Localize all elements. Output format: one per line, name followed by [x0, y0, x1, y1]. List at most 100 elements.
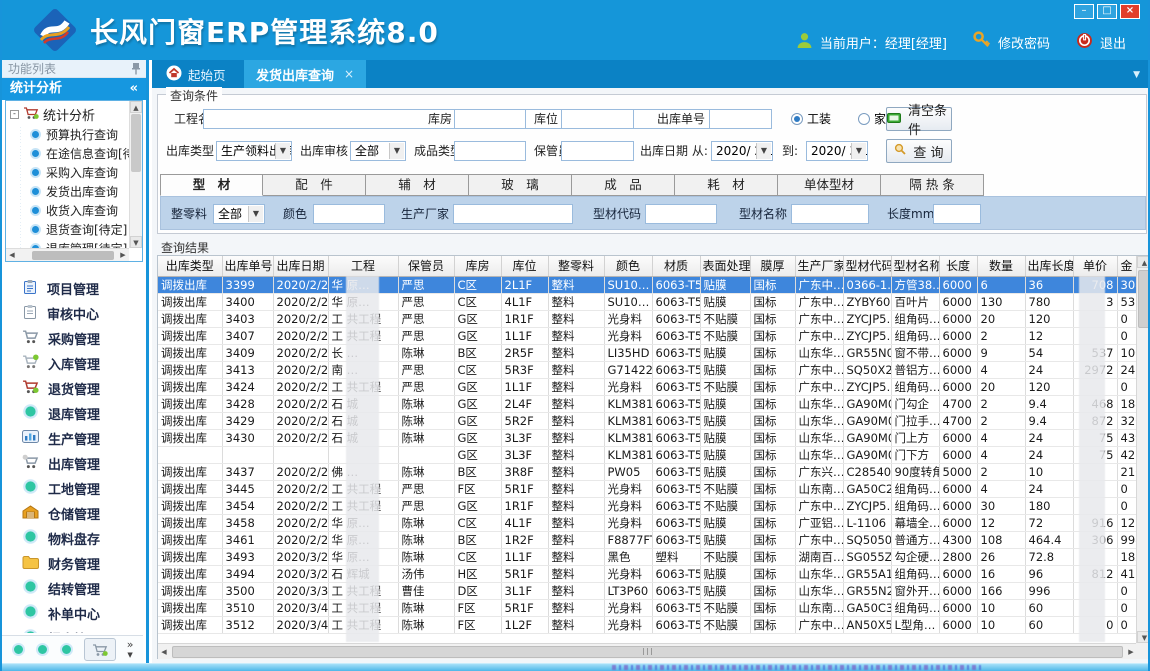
length-input[interactable]: [933, 204, 981, 224]
tree-vertical-scrollbar[interactable]: ▲ ▼: [129, 101, 142, 248]
scroll-left-icon[interactable]: ◀: [6, 251, 18, 259]
sidebar-item-物料盘存[interactable]: 物料盘存: [2, 526, 143, 551]
column-header-型材代码[interactable]: 型材代码: [843, 256, 891, 276]
table-row[interactable]: 调拨出库34612020/2/28华 原…陈琳B区1R2F整料F8877FT60…: [158, 531, 1136, 548]
tab-outbound-query[interactable]: 发货出库查询 ×: [244, 60, 366, 88]
material-tab-8[interactable]: 隔 热 条: [881, 174, 984, 196]
warehouse-input[interactable]: [454, 109, 526, 129]
table-row[interactable]: 调拨出库33992020/2/25华 原…严思C区2L1F整料SU10…6063…: [158, 276, 1136, 293]
column-header-库房[interactable]: 库房: [454, 256, 501, 276]
table-row[interactable]: 调拨出库34942020/3/2石 辉城汤伟H区5R1F整料光身料6063-T5…: [158, 565, 1136, 582]
search-button[interactable]: 查 询: [886, 139, 952, 163]
cart-button[interactable]: [84, 638, 116, 661]
material-tab-4[interactable]: 玻 璃: [469, 174, 572, 196]
table-row[interactable]: 调拨出库34452020/2/27工 共工程严思F区5R1F整料光身料6063-…: [158, 480, 1136, 497]
tree-item[interactable]: 退货查询[待定]: [6, 220, 129, 239]
profile-name-input[interactable]: [791, 204, 869, 224]
tree-item[interactable]: 预算执行查询: [6, 125, 129, 144]
circle-icon[interactable]: [60, 643, 73, 656]
table-row[interactable]: 调拨出库34932020/3/2华 原…陈琳C区1L1F整料黑色塑料不贴膜国标湖…: [158, 548, 1136, 565]
tab-home[interactable]: 起始页: [154, 60, 238, 88]
color-input[interactable]: [313, 204, 385, 224]
table-row[interactable]: 调拨出库35002020/3/3工 共工程曹佳D区3L1F整料LT3P60606…: [158, 582, 1136, 599]
column-header-长度[interactable]: 长度: [939, 256, 977, 276]
grid-vscroll-thumb[interactable]: [1138, 270, 1150, 328]
tree-root[interactable]: - 统计分析: [6, 101, 142, 126]
whole-part-select[interactable]: 全部▼: [213, 204, 265, 224]
footer-chevron[interactable]: »▼: [127, 640, 134, 660]
table-row[interactable]: 调拨出库34302020/2/26石 城陈琳G区3L3F整料KLM3817606…: [158, 429, 1136, 446]
sidebar-item-审核中心[interactable]: 审核中心: [2, 301, 143, 326]
date-to-select[interactable]: 2020/ 3/16▼: [806, 141, 868, 161]
keeper-input[interactable]: [561, 141, 634, 161]
sidebar-item-生产管理[interactable]: 生产管理: [2, 426, 143, 451]
table-row[interactable]: 调拨出库35122020/3/4工 共工程陈琳F区1L2F整料光身料6063-T…: [158, 616, 1136, 633]
sidebar-item-退库管理[interactable]: 退库管理: [2, 401, 143, 426]
radio-industrial[interactable]: 工装: [791, 109, 831, 129]
material-tab-3[interactable]: 辅 材: [366, 174, 469, 196]
tree-item[interactable]: 收货入库查询: [6, 201, 129, 220]
column-header-生产厂家[interactable]: 生产厂家: [795, 256, 843, 276]
tree-expander-icon[interactable]: -: [10, 110, 19, 119]
column-header-出库日期[interactable]: 出库日期: [273, 256, 328, 276]
sidebar-item-采购管理[interactable]: 采购管理: [2, 326, 143, 351]
scroll-up-icon[interactable]: ▲: [1137, 256, 1150, 268]
column-header-膜厚[interactable]: 膜厚: [750, 256, 795, 276]
scroll-up-icon[interactable]: ▲: [130, 101, 142, 113]
sidebar-item-结转管理[interactable]: 结转管理: [2, 576, 143, 601]
location-input[interactable]: [561, 109, 634, 129]
product-type-input[interactable]: [454, 141, 526, 161]
table-row[interactable]: 调拨出库34542020/2/28工 共工程严思G区1R1F整料光身料6063-…: [158, 497, 1136, 514]
material-tab-7[interactable]: 单体型材: [778, 174, 881, 196]
scroll-down-icon[interactable]: ▼: [130, 236, 142, 248]
outbound-type-select[interactable]: 生产领料出库▼: [216, 141, 292, 161]
scroll-down-icon[interactable]: ▼: [1137, 631, 1150, 643]
clear-conditions-button[interactable]: 清空条件: [886, 107, 952, 131]
change-password-link[interactable]: 修改密码: [998, 33, 1050, 52]
manufacturer-input[interactable]: [453, 204, 573, 224]
audit-select[interactable]: 全部▼: [350, 141, 406, 161]
sidebar-item-工地管理[interactable]: 工地管理: [2, 476, 143, 501]
material-tab-1[interactable]: 型 材: [160, 174, 263, 196]
collapse-icon[interactable]: «: [130, 78, 138, 100]
circle-icon[interactable]: [36, 643, 49, 656]
scroll-right-icon[interactable]: ▶: [117, 251, 129, 259]
table-row[interactable]: G区3L3F整料KLM38176063-T5贴膜国标山东华…GA90M09.门下…: [158, 446, 1136, 463]
minimize-button[interactable]: –: [1074, 4, 1094, 19]
sidebar-item-项目管理[interactable]: 项目管理: [2, 276, 143, 301]
sidebar-item-出库管理[interactable]: 出库管理: [2, 451, 143, 476]
scroll-left-icon[interactable]: ◀: [158, 648, 170, 656]
maximize-button[interactable]: □: [1097, 4, 1117, 19]
sidebar-item-仓储管理[interactable]: 仓储管理: [2, 501, 143, 526]
table-row[interactable]: 调拨出库34092020/2/25长 …陈琳B区2R5F整料LI35HD6063…: [158, 344, 1136, 361]
column-header-颜色[interactable]: 颜色: [604, 256, 652, 276]
material-tab-2[interactable]: 配 件: [263, 174, 366, 196]
date-from-select[interactable]: 2020/ 2/16▼: [711, 141, 773, 161]
table-row[interactable]: 调拨出库34032020/2/25工 共工程严思G区1R1F整料光身料6063-…: [158, 310, 1136, 327]
circle-icon[interactable]: [12, 643, 25, 656]
table-row[interactable]: 调拨出库34292020/2/26石 城陈琳G区5R2F整料KLM3817606…: [158, 412, 1136, 429]
tree-item[interactable]: 在途信息查询[待: [6, 144, 129, 163]
column-header-型材名称[interactable]: 型材名称: [891, 256, 939, 276]
table-row[interactable]: 调拨出库34242020/2/26工 共工程严思G区1L1F整料光身料6063-…: [158, 378, 1136, 395]
grid-vertical-scrollbar[interactable]: ▲ ▼: [1136, 256, 1150, 643]
tree-hscroll-thumb[interactable]: [32, 251, 114, 260]
column-header-工程[interactable]: 工程: [328, 256, 398, 276]
material-tab-6[interactable]: 耗 材: [675, 174, 778, 196]
table-row[interactable]: 调拨出库34002020/2/25华 原…严思C区4L1F整料SU10…6063…: [158, 293, 1136, 310]
table-row[interactable]: 调拨出库34132020/2/26南 …严思C区5R3F整料G714226063…: [158, 361, 1136, 378]
column-header-整零料[interactable]: 整零料: [548, 256, 604, 276]
column-header-保管员[interactable]: 保管员: [398, 256, 454, 276]
tab-dropdown-caret-icon[interactable]: ▼: [1133, 70, 1140, 80]
statistics-section-header[interactable]: 统计分析 «: [2, 78, 146, 100]
table-row[interactable]: 调拨出库34282020/2/26石 城陈琳G区2L4F整料KLM3817606…: [158, 395, 1136, 412]
logout-link[interactable]: 退出: [1100, 33, 1126, 52]
grid-hscroll-thumb[interactable]: [172, 646, 1123, 658]
material-tab-5[interactable]: 成 品: [572, 174, 675, 196]
column-header-金[interactable]: 金: [1117, 256, 1136, 276]
order-no-input[interactable]: [709, 109, 772, 129]
tab-close-icon[interactable]: ×: [344, 67, 354, 81]
column-header-表面处理[interactable]: 表面处理: [700, 256, 750, 276]
column-header-单价[interactable]: 单价: [1073, 256, 1117, 276]
sidebar-item-补单中心[interactable]: 补单中心: [2, 601, 143, 626]
